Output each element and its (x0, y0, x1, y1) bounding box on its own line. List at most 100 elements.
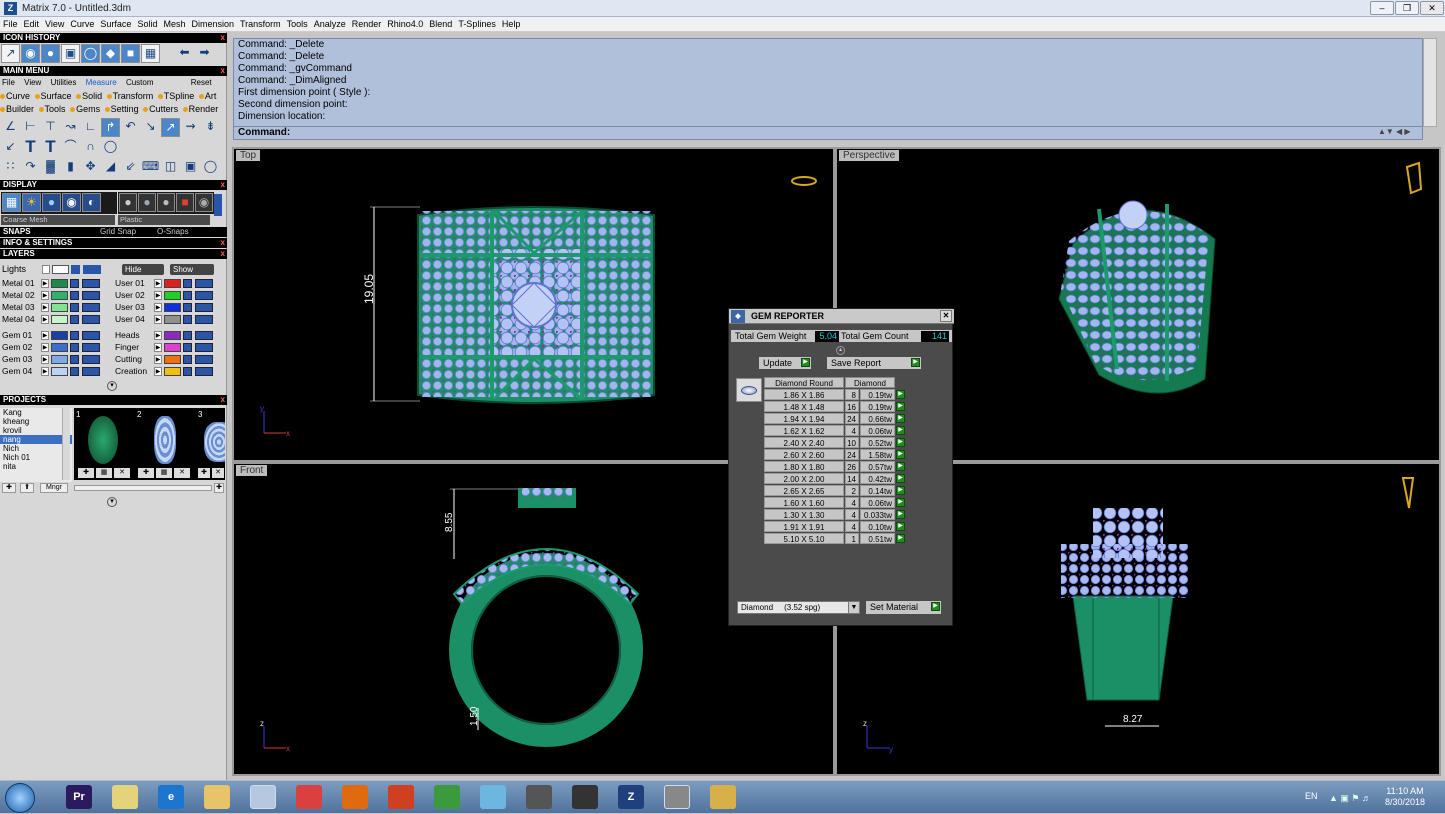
layer-arrow-icon[interactable]: ▶ (41, 279, 49, 288)
thumb-2-delete-icon[interactable]: ✕ (174, 468, 190, 478)
layer-row[interactable]: Cutting ▶ (113, 354, 225, 365)
chrome-sphere-icon[interactable]: ◉ (195, 193, 213, 212)
history-tool-1-icon[interactable]: ↗ (1, 44, 20, 63)
layer-lock-toggle[interactable] (195, 291, 213, 300)
layer-color-swatch[interactable] (51, 367, 68, 376)
history-tool-6-icon[interactable]: ◆ (101, 44, 120, 63)
text-tool-icon[interactable]: T (21, 138, 40, 157)
gem-row-go-icon[interactable]: ▶ (896, 498, 905, 507)
distance-icon[interactable]: ⇟ (201, 118, 220, 137)
layer-color-swatch[interactable] (164, 303, 181, 312)
layer-color-swatch[interactable] (51, 331, 68, 340)
projects-expand-icon[interactable]: ▾ (107, 497, 117, 507)
layer-color-swatch[interactable] (164, 355, 181, 364)
chrome-icon[interactable] (434, 785, 460, 809)
rotated-dim-icon[interactable]: ∟ (81, 118, 100, 137)
gem-table-row[interactable]: 1.94 X 1.94 24 0.66tw ▶ (764, 413, 930, 425)
leader-dim-icon[interactable]: ↗ (161, 118, 180, 137)
gem-table-row[interactable]: 1.80 X 1.80 26 0.57tw ▶ (764, 461, 930, 473)
layer-lock-toggle[interactable] (195, 331, 213, 340)
calculator-icon[interactable] (250, 785, 276, 809)
layer-lock-toggle[interactable] (82, 343, 100, 352)
layer-lock-toggle[interactable] (82, 291, 100, 300)
category-render[interactable]: Render (182, 104, 218, 114)
tab-utilities[interactable]: Utilities (51, 78, 77, 87)
lights-toggle[interactable] (71, 265, 80, 274)
layer-visibility-toggle[interactable] (183, 291, 192, 300)
layer-arrow-icon[interactable]: ▶ (41, 291, 49, 300)
tab-reset[interactable]: Reset (191, 78, 212, 87)
circle-measure-icon[interactable]: ◯ (101, 138, 120, 157)
metal-sphere-icon[interactable]: ● (138, 193, 156, 212)
thumb-1-save-icon[interactable]: ▦ (96, 468, 112, 478)
thumb-1-ring[interactable] (88, 416, 118, 464)
thumb-3-delete-icon[interactable]: ✕ (212, 468, 224, 478)
gem-table-row[interactable]: 1.91 X 1.91 4 0.10tw ▶ (764, 521, 930, 533)
layer-arrow-icon[interactable]: ▶ (154, 291, 162, 300)
line-leader-icon[interactable]: ↙ (1, 138, 20, 157)
menu-curve[interactable]: Curve (67, 17, 97, 32)
env-mode-icon[interactable]: ◐ (82, 193, 101, 212)
category-builder[interactable]: Builder (0, 104, 34, 114)
category-solid[interactable]: Solid (76, 91, 102, 101)
tab-custom[interactable]: Custom (126, 78, 154, 87)
internet-explorer-icon[interactable]: e (158, 785, 184, 809)
layer-visibility-toggle[interactable] (70, 355, 79, 364)
lights-swatch[interactable] (52, 265, 69, 274)
layer-row[interactable]: User 04 ▶ (113, 314, 225, 325)
gem-table-row[interactable]: 1.86 X 1.86 8 0.19tw ▶ (764, 389, 930, 401)
info-settings-header[interactable]: INFO & SETTINGS x (0, 238, 227, 248)
category-curve[interactable]: Curve (0, 91, 30, 101)
ring-size-icon[interactable]: ◯ (201, 158, 220, 177)
gem-table-row[interactable]: 1.62 X 1.62 4 0.06tw ▶ (764, 425, 930, 437)
set-material-button[interactable]: Set Material ▶ (866, 601, 941, 614)
layer-lock-toggle[interactable] (195, 343, 213, 352)
gem-row-go-icon[interactable]: ▶ (896, 402, 905, 411)
layer-visibility-toggle[interactable] (70, 303, 79, 312)
layer-arrow-icon[interactable]: ▶ (41, 331, 49, 340)
layer-visibility-toggle[interactable] (183, 279, 192, 288)
update-button[interactable]: Update ▶ (759, 357, 811, 369)
layer-visibility-toggle[interactable] (70, 343, 79, 352)
material-dropdown[interactable]: Diamond (3.52 spg) ▼ (737, 601, 860, 614)
thumb-1-delete-icon[interactable]: ✕ (114, 468, 130, 478)
layer-row[interactable]: User 02 ▶ (113, 290, 225, 301)
thumb-2-add-icon[interactable]: ✚ (138, 468, 154, 478)
o-snaps-toggle[interactable]: O-Snaps (157, 227, 189, 237)
layer-color-swatch[interactable] (51, 291, 68, 300)
material-select[interactable]: Plastic (118, 215, 210, 225)
display-mode-select[interactable]: Coarse Mesh (1, 215, 115, 225)
layer-visibility-toggle[interactable] (183, 343, 192, 352)
close-icon[interactable]: ✕ (1420, 1, 1444, 15)
manager-button[interactable]: Mngr (40, 483, 68, 493)
menu-tsplines[interactable]: T-Splines (455, 17, 499, 32)
layer-visibility-toggle[interactable] (70, 367, 79, 376)
text-object-icon[interactable]: T (41, 138, 60, 157)
thumb-1-add-icon[interactable]: ✚ (78, 468, 94, 478)
gem-row-go-icon[interactable]: ▶ (896, 414, 905, 423)
move-icon[interactable]: ✥ (81, 158, 100, 177)
radius-dim-icon[interactable]: ↱ (101, 118, 120, 137)
lights-arrow-icon[interactable] (42, 265, 50, 274)
menu-help[interactable]: Help (499, 17, 524, 32)
category-transform[interactable]: Transform (106, 91, 153, 101)
layer-color-swatch[interactable] (51, 355, 68, 364)
render-mode-icon[interactable]: ☀ (22, 193, 41, 212)
gem-table-row[interactable]: 2.40 X 2.40 10 0.52tw ▶ (764, 437, 930, 449)
layer-visibility-toggle[interactable] (183, 331, 192, 340)
wireframe-mode-icon[interactable]: ▦ (2, 193, 21, 212)
corner-icon[interactable]: ◢ (101, 158, 120, 177)
history-tool-3-icon[interactable]: ● (41, 44, 60, 63)
layer-arrow-icon[interactable]: ▶ (41, 355, 49, 364)
aligned-dim-icon[interactable]: ↝ (61, 118, 80, 137)
start-button[interactable] (5, 783, 35, 813)
menu-edit[interactable]: Edit (21, 17, 43, 32)
gem-row-go-icon[interactable]: ▶ (896, 534, 905, 543)
history-tool-4-icon[interactable]: ▣ (61, 44, 80, 63)
thumb-3-add-icon[interactable]: ✚ (198, 468, 210, 478)
layer-lock-toggle[interactable] (195, 279, 213, 288)
bars-icon[interactable]: ▮ (61, 158, 80, 177)
language-indicator[interactable]: EN (1305, 791, 1318, 801)
project-list-scrollbar[interactable] (62, 408, 70, 480)
restore-icon[interactable]: ❐ (1395, 1, 1419, 15)
